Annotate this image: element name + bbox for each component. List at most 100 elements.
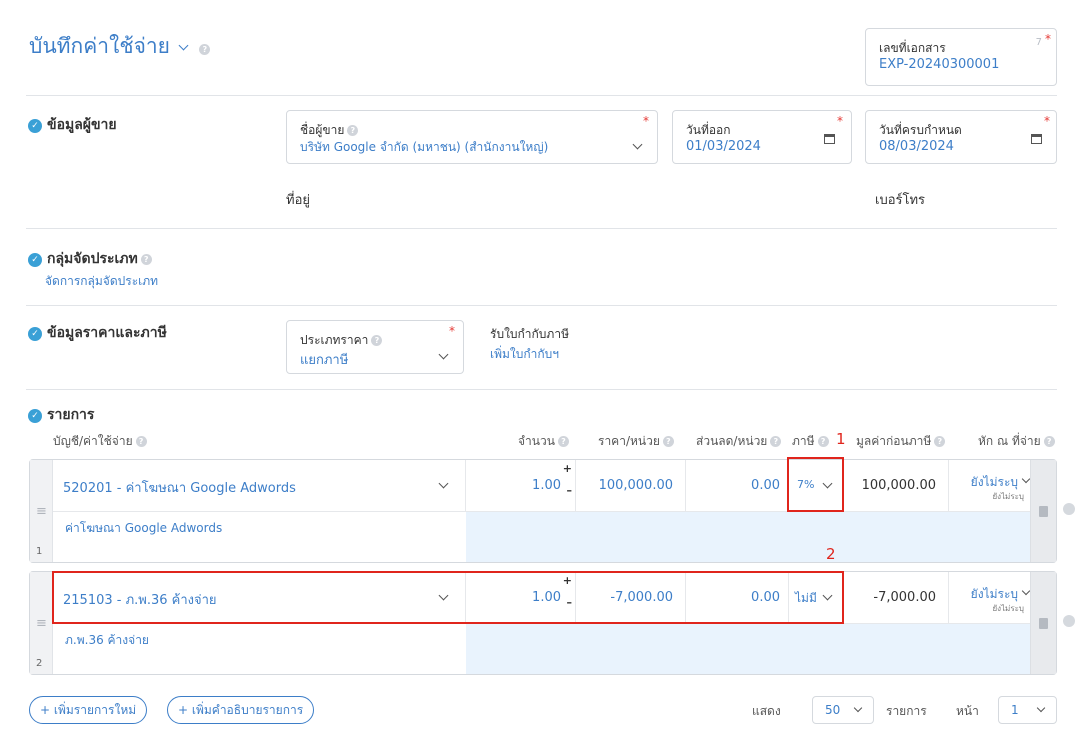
price-type-value: แยกภาษี <box>300 353 349 368</box>
due-date-label: วันที่ครบกำหนด <box>879 123 962 137</box>
qty-value: 1.00 <box>532 478 561 493</box>
highlight-row-2 <box>52 571 844 624</box>
vendor-select[interactable]: ชื่อผู้ขาย? บริษัท Google จำกัด (มหาชน) … <box>286 110 658 164</box>
required-mark: * <box>837 114 843 128</box>
category-section-header: ✓ กลุ่มจัดประเภท? <box>28 248 152 270</box>
items-label: รายการ <box>886 704 927 718</box>
page-value: 1 <box>1011 703 1019 717</box>
phone-label: เบอร์โทร <box>875 193 926 208</box>
account-select[interactable]: 520201 - ค่าโฆษณา Google Adwords <box>53 460 466 511</box>
add-description-button[interactable]: + เพิ่มคำอธิบายรายการ <box>167 696 315 724</box>
vendor-value: บริษัท Google จำกัด (มหาชน) (สำนักงานใหญ… <box>300 140 549 154</box>
pretax-value-cell: -7,000.00 <box>844 572 949 623</box>
col-discount-header: ส่วนลด/หน่วย? <box>696 432 782 451</box>
divider <box>26 305 1057 306</box>
doc-number-counter: 7 <box>1035 37 1042 48</box>
page-size-value: 50 <box>825 703 841 717</box>
table-row[interactable]: ≡ 1 520201 - ค่าโฆษณา Google Adwords 1.0… <box>29 459 1057 563</box>
col-pretax-header: มูลค่าก่อนภาษี? <box>856 432 946 451</box>
price-input[interactable]: 100,000.00 <box>576 460 686 511</box>
chevron-down-icon <box>1036 703 1046 713</box>
withhold-select[interactable]: ยังไม่ระบุ ยังไม่ระบุ <box>949 460 1032 511</box>
page-select[interactable]: 1 <box>998 696 1057 724</box>
show-label: แสดง <box>752 704 781 718</box>
col-tax-header: ภาษี? <box>792 432 829 451</box>
chevron-down-icon <box>438 478 449 489</box>
drag-handle-icon[interactable]: ≡ <box>36 504 47 519</box>
trash-icon[interactable] <box>1039 618 1048 629</box>
doc-number-value: EXP-20240300001 <box>879 57 1000 72</box>
price-section-title: ข้อมูลราคาและภาษี <box>47 325 167 341</box>
withhold-sub: ยังไม่ระบุ <box>992 604 1024 613</box>
decrement-icon[interactable]: – <box>567 484 573 497</box>
increment-icon[interactable]: + <box>563 462 572 475</box>
divider <box>26 228 1057 229</box>
check-circle-icon: ✓ <box>28 252 42 267</box>
help-icon: ? <box>135 436 147 447</box>
help-icon: ? <box>371 335 383 346</box>
help-icon: ? <box>1043 436 1055 447</box>
withhold-sub: ยังไม่ระบุ <box>992 492 1024 501</box>
discount-input[interactable]: 0.00 <box>686 460 789 511</box>
row-option-icon[interactable] <box>1063 615 1075 627</box>
items-section-header: ✓ รายการ <box>28 404 94 426</box>
add-item-button[interactable]: + เพิ่มรายการใหม่ <box>29 696 148 724</box>
page-title-group[interactable]: บันทึกค่าใช้จ่าย ? <box>29 30 211 63</box>
vendor-label: ชื่อผู้ขาย <box>300 123 345 137</box>
trash-icon[interactable] <box>1039 506 1048 517</box>
calendar-icon[interactable] <box>1031 134 1042 144</box>
description-area[interactable] <box>466 624 1030 674</box>
description-area[interactable] <box>466 512 1030 562</box>
doc-number-field[interactable]: เลขที่เอกสาร EXP-20240300001 7 * <box>865 28 1057 86</box>
calendar-icon[interactable] <box>824 134 835 144</box>
drag-handle-icon[interactable]: ≡ <box>36 616 47 631</box>
item-description[interactable]: ภ.พ.36 ค้างจ่าย <box>65 631 149 650</box>
required-mark: * <box>1044 114 1050 128</box>
help-icon: ? <box>662 436 674 447</box>
issue-date-field[interactable]: วันที่ออก 01/03/2024 * <box>672 110 852 164</box>
price-type-label: ประเภทราคา <box>300 333 369 347</box>
row-option-icon[interactable] <box>1063 503 1075 515</box>
chevron-down-icon <box>1021 474 1031 484</box>
page-size-select[interactable]: 50 <box>812 696 874 724</box>
tax-invoice-label: รับใบกำกับภาษี <box>490 327 569 341</box>
col-withhold-header: หัก ณ ที่จ่าย? <box>978 432 1055 451</box>
col-qty-header: จำนวน? <box>518 432 569 451</box>
col-account-header: บัญชี/ค่าใช้จ่าย? <box>53 432 147 451</box>
chevron-down-icon <box>1021 586 1031 596</box>
highlight-tax-cell <box>787 457 844 512</box>
issue-date-label: วันที่ออก <box>686 123 731 137</box>
price-type-select[interactable]: ประเภทราคา? แยกภาษี * <box>286 320 464 374</box>
col-price-header: ราคา/หน่วย? <box>598 432 674 451</box>
help-icon: ? <box>347 125 359 136</box>
help-icon: ? <box>770 436 782 447</box>
chevron-down-icon[interactable] <box>178 40 189 51</box>
item-description[interactable]: ค่าโฆษณา Google Adwords <box>65 519 222 538</box>
drag-handle[interactable]: ≡ 1 <box>30 460 53 562</box>
annotation-1: 1 <box>836 430 846 448</box>
page-title: บันทึกค่าใช้จ่าย <box>29 34 170 58</box>
issue-date-value: 01/03/2024 <box>686 139 761 154</box>
due-date-field[interactable]: วันที่ครบกำหนด 08/03/2024 * <box>865 110 1057 164</box>
chevron-down-icon <box>853 703 863 713</box>
required-mark: * <box>449 324 455 338</box>
check-circle-icon: ✓ <box>28 326 42 341</box>
help-icon: ? <box>817 436 829 447</box>
add-tax-invoice-link[interactable]: เพิ่มใบกำกับฯ <box>490 345 559 364</box>
address-label: ที่อยู่ <box>286 193 310 208</box>
qty-input[interactable]: 1.00 + – <box>466 460 576 511</box>
chevron-down-icon <box>632 139 643 150</box>
row-number: 1 <box>36 546 43 557</box>
price-section-header: ✓ ข้อมูลราคาและภาษี <box>28 322 167 344</box>
page-label: หน้า <box>956 704 979 718</box>
help-icon: ? <box>557 436 569 447</box>
chevron-down-icon <box>438 349 449 360</box>
manage-category-link[interactable]: จัดการกลุ่มจัดประเภท <box>45 272 158 291</box>
pretax-value: 100,000.00 <box>861 478 936 493</box>
vendor-section-header: ✓ ข้อมูลผู้ขาย <box>28 114 117 136</box>
price-value: 100,000.00 <box>598 478 673 493</box>
row-actions <box>1030 460 1056 562</box>
withhold-select[interactable]: ยังไม่ระบุ ยังไม่ระบุ <box>949 572 1032 623</box>
drag-handle[interactable]: ≡ 2 <box>30 572 53 674</box>
help-icon: ? <box>934 436 946 447</box>
